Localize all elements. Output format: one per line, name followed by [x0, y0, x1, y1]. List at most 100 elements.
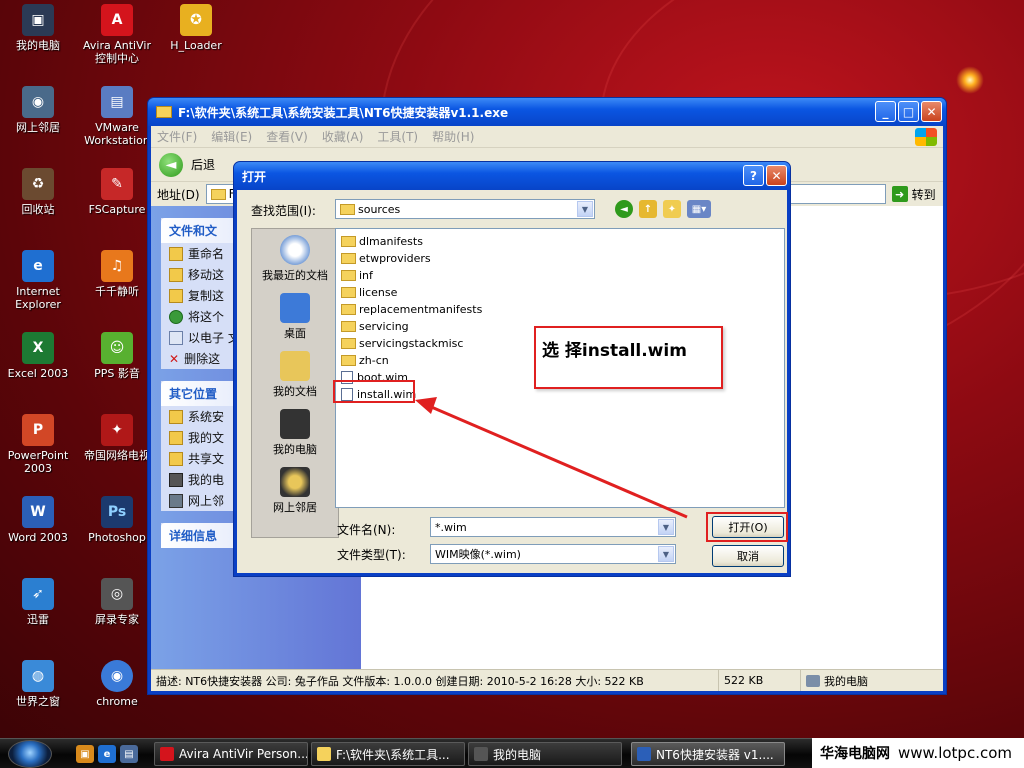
chevron-down-icon: ▼ [577, 201, 593, 217]
pps-icon: ☺ [101, 332, 133, 364]
email-icon [169, 330, 183, 345]
list-item[interactable]: license [340, 284, 780, 301]
menu-help[interactable]: 帮助(H) [432, 128, 474, 145]
maximize-button[interactable]: □ [898, 101, 919, 122]
menu-edit[interactable]: 编辑(E) [211, 128, 252, 145]
list-item[interactable]: etwproviders [340, 250, 780, 267]
menu-view[interactable]: 查看(V) [266, 128, 308, 145]
place-my-documents[interactable]: 我的文档 [252, 351, 338, 399]
folder-icon [341, 321, 356, 332]
look-in-select[interactable]: sources ▼ [335, 199, 595, 219]
list-item[interactable]: dlmanifests [340, 233, 780, 250]
menu-favorites[interactable]: 收藏(A) [322, 128, 364, 145]
annotation-callout: 选 择install.wim [534, 326, 723, 389]
desktop-icon [280, 293, 310, 323]
screen-recorder-icon: ◎ [101, 578, 133, 610]
desktop-icon-fscapture[interactable]: ✎ FSCapture [79, 168, 155, 216]
fscapture-icon: ✎ [101, 168, 133, 200]
desktop-icon-tv[interactable]: ✦ 帝国网络电视 [79, 414, 155, 462]
desktop-icon-chrome[interactable]: ◉ chrome [79, 660, 155, 708]
desktop-icon-network[interactable]: ◉ 网上邻居 [0, 86, 76, 134]
folder-icon [340, 203, 355, 215]
desktop-icon-hloader[interactable]: ✪ H_Loader [158, 4, 234, 52]
menu-file[interactable]: 文件(F) [157, 128, 197, 145]
desktop-icon-powerpoint[interactable]: P PowerPoint 2003 [0, 414, 76, 475]
ie-icon: e [22, 250, 54, 282]
network-icon [169, 493, 183, 508]
places-bar: 我最近的文档 桌面 我的文档 我的电脑 网上邻居 [251, 228, 339, 538]
filetype-select[interactable]: WIM映像(*.wim) ▼ [430, 544, 676, 564]
open-dialog-title-bar[interactable]: 打开 ? ✕ [234, 162, 790, 190]
start-button[interactable] [8, 740, 52, 768]
hloader-icon: ✪ [180, 4, 212, 36]
globe-icon [169, 309, 183, 324]
taskbar-button-avira[interactable]: Avira AntiVir Person... [154, 742, 308, 766]
dialog-nav-buttons: ◄ ↑ ✦ ▦▾ [615, 200, 711, 218]
folder-icon [341, 270, 356, 281]
desktop-icon-photoshop[interactable]: Ps Photoshop [79, 496, 155, 544]
go-arrow-icon: ➜ [891, 186, 908, 202]
cancel-button[interactable]: 取消 [712, 545, 784, 567]
desktop-icon-avira[interactable]: A Avira AntiVir 控制中心 [79, 4, 155, 65]
place-my-computer[interactable]: 我的电脑 [252, 409, 338, 457]
desktop-icon-vmware[interactable]: ▤ VMware Workstation [79, 86, 155, 147]
nt6-app-icon [637, 747, 651, 761]
go-button[interactable]: ➜ 转到 [891, 186, 936, 203]
list-item[interactable]: replacementmanifests [340, 301, 780, 318]
theworld-icon: ◍ [22, 660, 54, 692]
watermark-site-name: 华海电脑网 [820, 746, 890, 762]
status-size: 522 KB [719, 670, 801, 691]
place-network[interactable]: 网上邻居 [252, 467, 338, 515]
desktop-icon-screen-recorder[interactable]: ◎ 屏录专家 [79, 578, 155, 626]
folder-icon [341, 287, 356, 298]
my-computer-icon [280, 409, 310, 439]
desktop-icon-ttplayer[interactable]: ♫ 千千静听 [79, 250, 155, 298]
computer-icon [169, 472, 183, 487]
switch-windows-icon[interactable]: ▤ [120, 745, 138, 763]
desktop-icon-theworld[interactable]: ◍ 世界之窗 [0, 660, 76, 708]
taskbar-button-explorer[interactable]: F:\软件夹\系统工具... [311, 742, 465, 766]
desktop-icon-ie[interactable]: e Internet Explorer [0, 250, 76, 311]
computer-icon [474, 747, 488, 761]
list-item[interactable]: inf [340, 267, 780, 284]
desktop-icon-recycle-bin[interactable]: ♻ 回收站 [0, 168, 76, 216]
up-folder-icon[interactable]: ↑ [639, 200, 657, 218]
desktop-icon-my-computer[interactable]: ▣ 我的电脑 [0, 4, 76, 52]
taskbar-button-nt6[interactable]: NT6快捷安装器 v1.... [631, 742, 785, 766]
avira-icon [160, 747, 174, 761]
explorer-title-bar[interactable]: F:\软件夹\系统工具\系统安装工具\NT6快捷安装器v1.1.exe _ □ … [148, 98, 946, 126]
watermark-url: www.lotpc.com [898, 744, 1012, 762]
address-label: 地址(D) [157, 187, 200, 202]
explorer-title: F:\软件夹\系统工具\系统安装工具\NT6快捷安装器v1.1.exe [178, 105, 509, 120]
menu-tools[interactable]: 工具(T) [377, 128, 418, 145]
filetype-label: 文件类型(T): [337, 548, 406, 562]
filename-input[interactable]: *.wim ▼ [430, 517, 676, 537]
minimize-button[interactable]: _ [875, 101, 896, 122]
desktop-icon-pps[interactable]: ☺ PPS 影音 [79, 332, 155, 380]
open-dialog-title: 打开 [242, 169, 267, 184]
folder-icon [341, 253, 356, 264]
desktop-icon-excel[interactable]: X Excel 2003 [0, 332, 76, 380]
status-bar: 描述: NT6快捷安装器 公司: 兔子作品 文件版本: 1.0.0.0 创建日期… [151, 669, 943, 691]
ie-quicklaunch-icon[interactable]: e [98, 745, 116, 763]
ttplayer-icon: ♫ [101, 250, 133, 282]
view-menu-icon[interactable]: ▦▾ [687, 200, 711, 218]
place-desktop[interactable]: 桌面 [252, 293, 338, 341]
windows-logo-icon [915, 128, 937, 146]
back-button-label[interactable]: 后退 [191, 156, 215, 173]
excel-icon: X [22, 332, 54, 364]
desktop-icon-word[interactable]: W Word 2003 [0, 496, 76, 544]
taskbar-button-my-computer[interactable]: 我的电脑 [468, 742, 622, 766]
back-icon[interactable]: ◄ [615, 200, 633, 218]
dialog-close-button[interactable]: ✕ [766, 165, 787, 186]
help-button[interactable]: ? [743, 165, 764, 186]
back-arrow-icon[interactable]: ◄ [159, 152, 183, 177]
close-button[interactable]: ✕ [921, 101, 942, 122]
place-recent-documents[interactable]: 我最近的文档 [252, 235, 338, 283]
powerpoint-icon: P [22, 414, 54, 446]
folder-icon [169, 430, 183, 445]
desktop-icon-xunlei[interactable]: ➶ 迅雷 [0, 578, 76, 626]
folder-icon [169, 451, 183, 466]
new-folder-icon[interactable]: ✦ [663, 200, 681, 218]
show-desktop-icon[interactable]: ▣ [76, 745, 94, 763]
